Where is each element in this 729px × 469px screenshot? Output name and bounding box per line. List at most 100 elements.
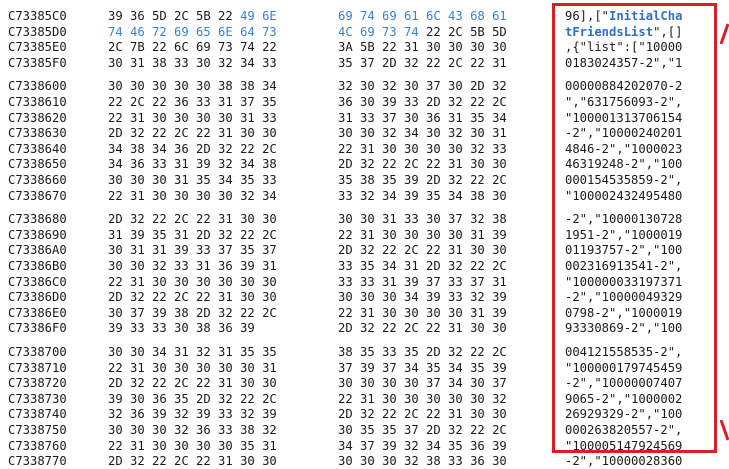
hex-bytes-left: 30 31 38 33 30 32 34 33	[108, 55, 277, 71]
hex-bytes-right: 34 37 39 32 34 35 36 39	[338, 438, 507, 454]
hex-bytes: 35 38 35 39 2D 32 22 2C	[338, 173, 507, 187]
hex-bytes: 32 30 32 30 37 30 2D 32	[338, 79, 507, 94]
hex-bytes-right: 2D 32 22 2C 22 31 30 30	[338, 242, 507, 258]
hex-bytes: 2D 32 22 2C 22 31 30 30	[338, 157, 507, 172]
hex-bytes-right: 4C 69 73 74 22 2C 5B 5D	[338, 24, 507, 40]
hex-bytes: 22 31 30 30 30 30 35 31	[108, 438, 277, 453]
hex-bytes: 30 30 30 30 37 34 30 37	[338, 376, 507, 391]
row-address: C73386E0	[8, 305, 67, 320]
row-address: C73386A0	[8, 243, 67, 258]
hex-bytes: 22 2C 5B 5D	[418, 24, 507, 39]
hex-bytes-right: 2D 32 22 2C 22 31 30 30	[338, 406, 507, 422]
row-address: C7338740	[8, 407, 67, 422]
hex-bytes: 2D 32 22 2C 22 31 30 30	[108, 454, 277, 469]
row-address: C7338770	[8, 454, 67, 469]
hex-bytes: 2D 32 22 2C 22 31 30 30	[338, 407, 507, 422]
hex-bytes-right: 32 30 32 30 37 30 2D 32	[338, 78, 507, 94]
ascii-text: -2","10000028360	[565, 454, 683, 469]
hex-bytes-right: 33 33 31 39 37 33 37 31	[338, 274, 507, 290]
hex-bytes-left: 30 37 39 38 2D 32 22 2C	[108, 305, 277, 321]
row-address: C73385C0	[8, 9, 67, 23]
hex-bytes-right: 35 37 2D 32 22 2C 22 31	[338, 55, 507, 71]
hex-bytes-left: 74 46 72 69 65 6E 64 73	[108, 24, 277, 40]
hex-bytes: 39 36 5D 2C 5B 22	[108, 9, 241, 23]
hex-bytes-right: 31 33 37 30 36 31 35 34	[338, 110, 507, 126]
row-address: C7338700	[8, 345, 67, 359]
hex-bytes-right: 30 30 30 34 39 33 32 39	[338, 289, 507, 305]
hex-bytes: 31 39 35 31 2D 32 22 2C	[108, 227, 277, 242]
hex-bytes-highlighted: 49 6E	[240, 9, 277, 23]
row-address: C73386B0	[8, 259, 67, 273]
hex-bytes-left: 22 31 30 30 30 30 31 33	[108, 110, 277, 126]
hex-bytes-right: 30 30 32 34 30 32 30 31	[338, 125, 507, 141]
hex-bytes: 22 31 30 30 30 30 30 31	[108, 360, 277, 375]
hex-bytes: 22 31 30 30 30 30 32 33	[338, 141, 507, 156]
hex-bytes: 35 37 2D 32 22 2C 22 31	[338, 55, 507, 70]
hex-bytes: 22 31 30 30 30 30 31 39	[338, 305, 507, 320]
hex-bytes: 22 31 30 30 30 30 32 34	[108, 188, 277, 203]
hex-bytes: 30 30 30 30 30 38 38 34	[108, 79, 277, 94]
hex-bytes-left: 22 31 30 30 30 30 30 30	[108, 274, 277, 290]
hex-bytes: 30 30 32 33 31 36 39 31	[108, 259, 277, 273]
row-address: C7338760	[8, 438, 67, 453]
hex-bytes: 31 33 37 30 36 31 35 34	[338, 110, 507, 125]
hex-bytes-right: 30 35 35 37 2D 32 22 2C	[338, 422, 507, 438]
hex-bytes-left: 30 30 30 30 30 38 38 34	[108, 78, 277, 94]
hex-bytes: 2D 32 22 2C 22 31 30 30	[108, 126, 277, 141]
hex-bytes-right: 3A 5B 22 31 30 30 30 30	[338, 39, 507, 55]
hex-bytes: 2D 32 22 2C 22 31 30 30	[338, 243, 507, 258]
hex-bytes: 30 31 38 33 30 32 34 33	[108, 55, 277, 70]
row-address: C7338660	[8, 173, 67, 187]
hex-bytes: 22 31 30 30 30 30 30 30	[108, 274, 277, 289]
hex-bytes-highlighted: 4C 69 73 74	[338, 24, 419, 39]
hex-bytes: 34 38 34 36 2D 32 22 2C	[108, 141, 277, 156]
hex-bytes-left: 30 30 30 31 35 34 35 33	[108, 172, 277, 188]
hex-bytes-right: 22 31 30 30 30 30 31 39	[338, 305, 507, 321]
hex-bytes-highlighted: 69 74 69 61 6C 43 68 61	[338, 9, 507, 23]
row-address: C73386F0	[8, 321, 67, 336]
hex-bytes-right: 38 35 33 35 2D 32 22 2C	[338, 344, 507, 360]
row-address: C7338640	[8, 141, 67, 156]
hex-bytes-left: 2D 32 22 2C 22 31 30 30	[108, 125, 277, 141]
hex-bytes-right: 22 31 30 30 30 30 31 39	[338, 227, 507, 243]
hex-bytes: 2D 32 22 2C 22 31 30 30	[108, 376, 277, 391]
hex-bytes: 37 39 37 34 35 34 35 39	[338, 360, 507, 375]
row-address: C73385F0	[8, 55, 67, 70]
row-address: C7338670	[8, 188, 67, 203]
hex-bytes: 36 30 39 33 2D 32 22 2C	[338, 95, 507, 109]
hex-bytes: 30 37 39 38 2D 32 22 2C	[108, 305, 277, 320]
hex-bytes-right: 33 32 34 39 35 34 38 30	[338, 188, 507, 204]
row-address: C73385D0	[8, 24, 67, 39]
hex-bytes: 33 32 34 39 35 34 38 30	[338, 188, 507, 203]
hex-bytes: 34 37 39 32 34 35 36 39	[338, 438, 507, 453]
hex-bytes-right: 33 35 34 31 2D 32 22 2C	[338, 258, 507, 274]
hex-bytes: 22 31 30 30 30 30 31 39	[338, 227, 507, 242]
hex-bytes: 22 2C 22 36 33 31 37 35	[108, 95, 277, 109]
hex-bytes-left: 34 38 34 36 2D 32 22 2C	[108, 141, 277, 157]
hex-bytes-left: 32 36 39 32 39 33 32 39	[108, 406, 277, 422]
hex-bytes-right: 30 30 30 30 37 34 30 37	[338, 375, 507, 391]
hex-bytes: 34 36 33 31 39 32 34 38	[108, 157, 277, 172]
hex-bytes: 22 31 30 30 30 30 31 33	[108, 110, 277, 125]
hex-bytes: 30 31 31 39 33 37 35 37	[108, 243, 277, 258]
hex-bytes-right: 30 30 31 33 30 37 32 38	[338, 211, 507, 227]
hex-bytes-right: 22 31 30 30 30 30 32 33	[338, 141, 507, 157]
hex-bytes: 2D 32 22 2C 22 31 30 30	[108, 212, 277, 227]
hex-bytes: 39 33 33 30 38 36 39	[108, 321, 255, 336]
hex-bytes: 38 35 33 35 2D 32 22 2C	[338, 345, 507, 359]
hex-bytes: 3A 5B 22 31 30 30 30 30	[338, 40, 507, 55]
highlight-box	[552, 3, 717, 453]
row-address: C7338620	[8, 110, 67, 125]
hex-bytes-right: 69 74 69 61 6C 43 68 61	[338, 8, 507, 24]
hex-bytes-left: 30 30 30 32 36 33 38 32	[108, 422, 277, 438]
hex-bytes-left: 34 36 33 31 39 32 34 38	[108, 156, 277, 172]
hex-bytes: 30 30 30 32 36 33 38 32	[108, 423, 277, 437]
row-address: C7338690	[8, 227, 67, 242]
hex-bytes-right: 37 39 37 34 35 34 35 39	[338, 360, 507, 376]
hex-bytes: 30 35 35 37 2D 32 22 2C	[338, 423, 507, 437]
hex-bytes-left: 39 36 5D 2C 5B 22 49 6E	[108, 8, 277, 24]
hex-bytes: 30 30 30 31 35 34 35 33	[108, 173, 277, 187]
hex-bytes: 30 30 32 34 30 32 30 31	[338, 126, 507, 141]
hex-bytes: 30 30 31 33 30 37 32 38	[338, 212, 507, 227]
row-address: C7338720	[8, 376, 67, 391]
